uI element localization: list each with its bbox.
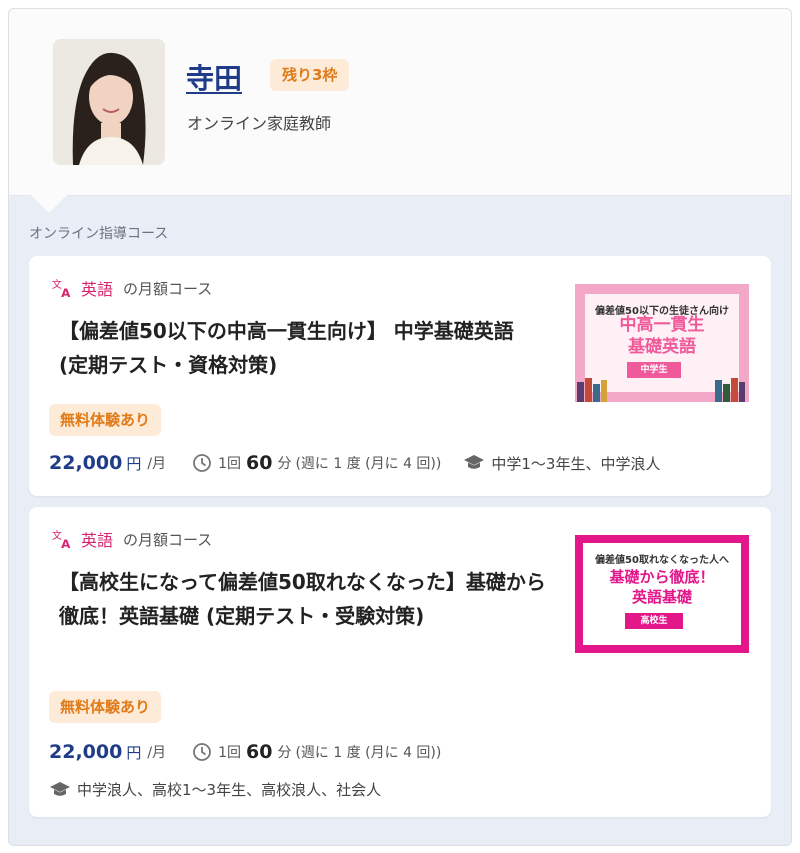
course-info-row: 22,000 円 /月 1回 60 分 (週に 1 度 (月に 4 回)) [49, 741, 441, 763]
graduation-cap-icon [464, 455, 485, 469]
course-type: の月額コース [123, 530, 213, 549]
tutor-name-link[interactable]: 寺田 [186, 57, 242, 97]
course-card[interactable]: 文 A 英語 の月額コース 【偏差値50以下の中高一貫生向け】 中学基礎英語 (… [29, 256, 771, 496]
lesson-minutes: 60 [245, 452, 273, 474]
price-unit: 円 [126, 743, 142, 762]
thumbnail-tag: 高校生 [625, 613, 683, 629]
thumbnail-main-line1: 基礎から徹底！ [609, 568, 715, 586]
thumbnail-main-line2: 英語基礎 [631, 588, 692, 606]
tutor-profile: 寺田 残り3枠 オンライン家庭教師 [9, 9, 791, 196]
translate-icon: 文 A [52, 278, 71, 299]
lesson-minutes-unit: 分 [277, 745, 292, 761]
lesson-frequency: (週に 1 度 (月に 4 回)) [295, 456, 442, 472]
remaining-slots-badge: 残り3枠 [270, 59, 350, 91]
target-students: 中学浪人、高校1〜3年生、高校浪人、社会人 [77, 781, 382, 799]
course-title[interactable]: 【偏差値50以下の中高一貫生向け】 中学基礎英語 (定期テスト・資格対策) [59, 314, 549, 382]
graduation-cap-icon [50, 781, 70, 796]
lesson-count: 1回 [218, 456, 241, 472]
price-period: /月 [147, 456, 167, 472]
thumbnail-subtitle: 偏差値50取れなくなった人へ [595, 555, 729, 566]
books-icon [715, 378, 745, 402]
lesson-minutes: 60 [245, 741, 273, 763]
thumbnail-main-line2: 基礎英語 [628, 337, 696, 357]
tutor-role: オンライン家庭教師 [187, 114, 332, 133]
course-thumbnail[interactable]: 偏差値50取れなくなった人へ 基礎から徹底！ 英語基礎 高校生 [575, 535, 749, 653]
price-period: /月 [147, 745, 167, 761]
course-header: 文 A 英語 の月額コース [51, 276, 212, 300]
course-header: 文 A 英語 の月額コース [51, 527, 212, 551]
tutor-avatar[interactable] [53, 39, 165, 165]
course-price: 22,000 [49, 452, 123, 474]
translate-icon: 文 A [52, 529, 71, 550]
free-trial-badge: 無料体験あり [49, 691, 162, 723]
course-subject: 英語 [81, 531, 114, 550]
clock-icon [193, 454, 211, 472]
course-price: 22,000 [49, 741, 123, 763]
course-info-row: 22,000 円 /月 1回 60 分 (週に 1 度 (月に 4 回)) 中学… [49, 452, 660, 474]
free-trial-badge: 無料体験あり [49, 404, 162, 436]
svg-text:A: A [61, 286, 71, 299]
course-thumbnail[interactable]: 偏差値50以下の生徒さん向け 中高一貫生 基礎英語 中学生 [575, 284, 749, 402]
profile-notch [31, 195, 67, 213]
clock-icon [193, 743, 211, 761]
lesson-count: 1回 [218, 745, 241, 761]
thumbnail-tag: 中学生 [627, 362, 681, 378]
books-icon [577, 378, 607, 402]
course-title[interactable]: 【高校生になって偏差値50取れなくなった】基礎から徹底！英語基礎 (定期テスト・… [59, 565, 549, 633]
course-target-row: 中学浪人、高校1〜3年生、高校浪人、社会人 [49, 779, 381, 800]
price-unit: 円 [126, 454, 142, 473]
tutor-card: 寺田 残り3枠 オンライン家庭教師 オンライン指導コース 文 A 英語 の月額コ… [8, 8, 792, 846]
svg-text:A: A [61, 537, 71, 550]
lesson-minutes-unit: 分 [277, 456, 292, 472]
section-label: オンライン指導コース [29, 226, 169, 242]
thumbnail-main-line1: 中高一貫生 [619, 315, 705, 335]
course-type: の月額コース [123, 279, 213, 298]
target-students: 中学1〜3年生、中学浪人 [491, 454, 661, 473]
lesson-frequency: (週に 1 度 (月に 4 回)) [295, 745, 442, 761]
course-card[interactable]: 文 A 英語 の月額コース 【高校生になって偏差値50取れなくなった】基礎から徹… [29, 507, 771, 817]
course-subject: 英語 [81, 280, 114, 299]
